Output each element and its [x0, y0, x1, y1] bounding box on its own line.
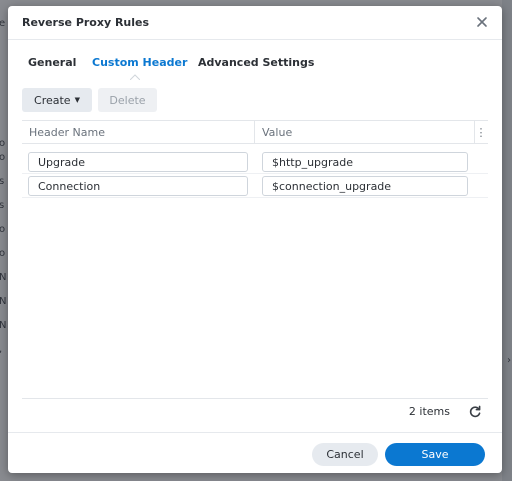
table-row[interactable]: Connection $connection_upgrade: [22, 174, 488, 198]
dialog-footer: Cancel Save: [8, 432, 502, 473]
header-grid: Header Name Value ⋮ Upgrade $http_upgrad…: [22, 120, 488, 424]
tab-general[interactable]: General: [28, 56, 76, 69]
column-header-value[interactable]: Value: [262, 126, 292, 139]
header-name-input[interactable]: Connection: [28, 176, 248, 196]
column-divider: [254, 121, 255, 144]
item-count: 2 items: [408, 405, 450, 418]
cancel-button[interactable]: Cancel: [312, 443, 378, 466]
dialog-header: Reverse Proxy Rules: [8, 6, 502, 40]
header-value-input[interactable]: $http_upgrade: [262, 152, 468, 172]
delete-button[interactable]: Delete: [98, 88, 157, 112]
caret-down-icon: ▼: [74, 96, 80, 104]
header-value-input[interactable]: $connection_upgrade: [262, 176, 468, 196]
reverse-proxy-dialog: Reverse Proxy Rules General Custom Heade…: [8, 6, 502, 473]
refresh-icon[interactable]: [468, 404, 482, 418]
create-button-label: Create: [34, 93, 71, 107]
tab-custom-header[interactable]: Custom Header: [92, 56, 187, 69]
tab-indicator-icon: [130, 74, 140, 80]
create-button[interactable]: Create ▼: [22, 88, 92, 112]
column-menu-icon[interactable]: ⋮: [474, 121, 488, 144]
grid-header: Header Name Value ⋮: [22, 120, 488, 144]
table-row[interactable]: Upgrade $http_upgrade: [22, 150, 488, 174]
close-icon[interactable]: [474, 14, 490, 30]
grid-footer: 2 items: [22, 398, 488, 422]
tab-advanced-settings[interactable]: Advanced Settings: [198, 56, 314, 69]
header-name-input[interactable]: Upgrade: [28, 152, 248, 172]
column-header-name[interactable]: Header Name: [29, 126, 105, 139]
save-button[interactable]: Save: [385, 443, 485, 466]
dialog-title: Reverse Proxy Rules: [22, 16, 150, 29]
